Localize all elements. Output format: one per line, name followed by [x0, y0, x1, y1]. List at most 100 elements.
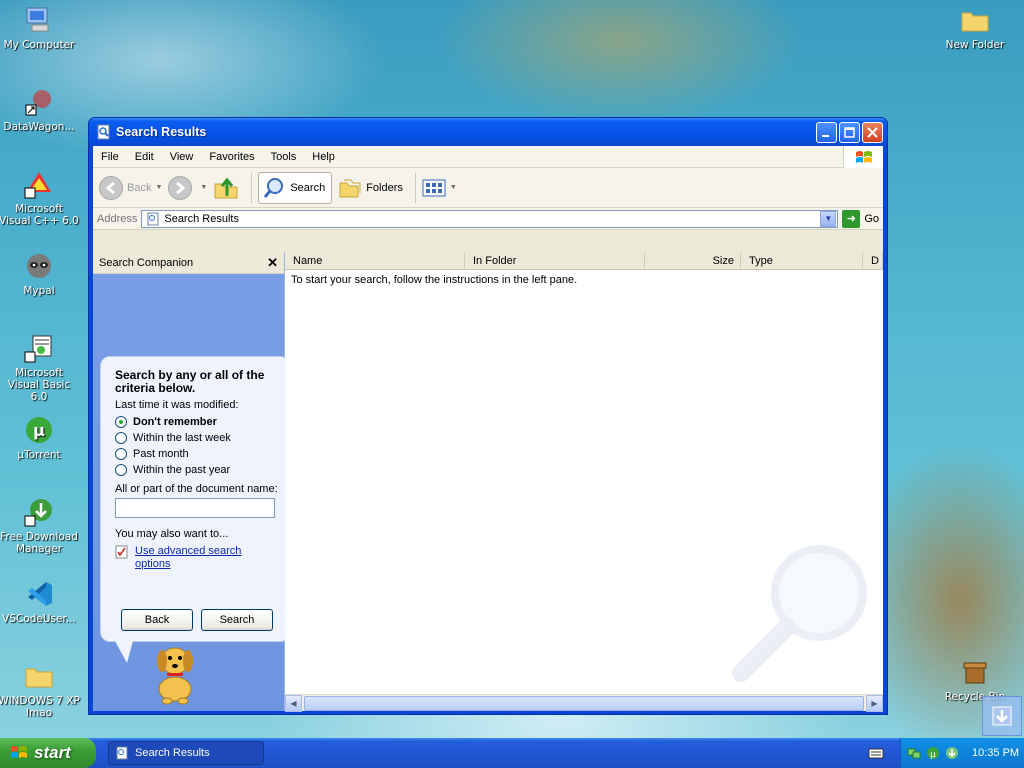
- svg-text:µ: µ: [930, 750, 936, 760]
- checklist-icon: [115, 545, 128, 559]
- radio-last-week[interactable]: Within the last week: [115, 430, 279, 446]
- menu-bar: File Edit View Favorites Tools Help: [93, 146, 883, 168]
- menu-file[interactable]: File: [93, 151, 127, 163]
- shortcut-icon: [23, 86, 55, 118]
- views-icon: [422, 179, 446, 196]
- maximize-button[interactable]: [839, 121, 860, 143]
- taskbar-item-search-results[interactable]: Search Results: [108, 741, 264, 765]
- desktop-icon-utorrent[interactable]: µ µTorrent: [0, 414, 80, 461]
- companion-button-row: Back Search: [121, 609, 281, 631]
- address-dropdown-button[interactable]: ▼: [820, 210, 837, 227]
- desktop-icon-new-folder[interactable]: New Folder: [934, 4, 1016, 51]
- toolbar-separator: [414, 172, 416, 203]
- column-name[interactable]: Name: [285, 252, 465, 269]
- desktop-icon-mypal[interactable]: Mypal: [0, 250, 80, 297]
- address-input[interactable]: Search Results ▼: [141, 209, 839, 228]
- radio-icon: [115, 432, 127, 444]
- scroll-thumb[interactable]: [304, 695, 864, 711]
- radio-icon: [115, 464, 127, 476]
- taskbar: start Search Results µ 10:35 PM: [0, 738, 1024, 768]
- results-message: To start your search, follow the instruc…: [291, 274, 578, 286]
- scroll-left-icon[interactable]: ◀: [285, 694, 302, 712]
- utorrent-icon: µ: [23, 414, 55, 446]
- desktop-icon-fdm[interactable]: Free Download Manager: [0, 496, 80, 555]
- vscode-icon: [23, 578, 55, 610]
- windows-flag-icon: [11, 746, 27, 758]
- menu-tools[interactable]: Tools: [263, 151, 305, 163]
- keyboard-icon[interactable]: [868, 746, 884, 760]
- magnifier-watermark-icon: [732, 545, 867, 682]
- document-name-input[interactable]: [115, 498, 275, 518]
- minimize-button[interactable]: [816, 121, 837, 143]
- radio-icon: [115, 448, 127, 460]
- menu-view[interactable]: View: [162, 151, 202, 163]
- radio-past-year[interactable]: Within the past year: [115, 462, 279, 478]
- search-dog-icon[interactable]: [145, 633, 205, 705]
- search-toolbar-button[interactable]: Search: [258, 171, 333, 204]
- column-headers: Name In Folder Size Type D: [285, 252, 883, 270]
- visual-basic-icon: [23, 332, 55, 364]
- forward-arrow-icon: [168, 175, 193, 200]
- desktop-icon-my-computer[interactable]: My Computer: [0, 4, 80, 51]
- back-button[interactable]: Back: [121, 609, 193, 631]
- desktop-icon-visual-cpp[interactable]: Microsoft Visual C++ 6.0: [0, 168, 80, 227]
- go-button[interactable]: ➜ Go: [842, 209, 879, 228]
- computer-icon: [23, 4, 55, 36]
- window-client: File Edit View Favorites Tools Help Back…: [93, 146, 883, 712]
- svg-text:µ: µ: [33, 421, 45, 440]
- column-in-folder[interactable]: In Folder: [465, 252, 645, 269]
- content-area: Search Companion ✕ Search by any or all …: [93, 252, 883, 712]
- desktop-icon-vscode[interactable]: VSCodeUser...: [0, 578, 80, 625]
- also-want-label: You may also want to...: [115, 528, 229, 540]
- views-toolbar-button[interactable]: ▼: [422, 178, 457, 198]
- scroll-right-icon[interactable]: ▶: [866, 694, 883, 712]
- desktop-icon-windows7-folder[interactable]: WINDOWS 7 XP Imao: [0, 660, 80, 719]
- search-button[interactable]: Search: [201, 609, 273, 631]
- address-value: Search Results: [164, 212, 239, 225]
- search-companion-header: Search Companion ✕: [93, 252, 284, 274]
- address-bar: Address Search Results ▼ ➜ Go: [93, 208, 883, 230]
- recycle-bin-icon: [959, 656, 991, 688]
- desktop-icon-visual-basic[interactable]: Microsoft Visual Basic 6.0: [0, 332, 80, 403]
- column-size[interactable]: Size: [645, 252, 741, 269]
- up-folder-button[interactable]: [213, 176, 239, 200]
- start-button[interactable]: start: [0, 738, 96, 768]
- close-button[interactable]: [862, 121, 883, 143]
- menu-help[interactable]: Help: [304, 151, 343, 163]
- download-tray-icon[interactable]: [945, 746, 959, 760]
- folder-icon: [23, 660, 55, 692]
- clock[interactable]: 10:35 PM: [972, 747, 1019, 759]
- search-companion-title: Search Companion: [99, 256, 194, 269]
- search-results-icon: [147, 212, 159, 225]
- horizontal-scrollbar[interactable]: ◀ ▶: [285, 694, 883, 712]
- criteria-heading: Search by any or all of the criteria bel…: [115, 368, 265, 395]
- go-arrow-icon: ➜: [842, 209, 861, 228]
- desktop-icon-datawagon[interactable]: DataWagon...: [0, 86, 80, 133]
- search-results-window[interactable]: Search Results File Edit View Favorites …: [88, 117, 888, 715]
- show-desktop-button[interactable]: [982, 696, 1022, 736]
- visual-cpp-icon: [23, 168, 55, 200]
- chevron-down-icon: ▼: [449, 184, 457, 191]
- minimize-icon: [822, 134, 829, 137]
- column-type[interactable]: Type: [741, 252, 863, 269]
- search-results-icon: [116, 746, 128, 760]
- up-folder-icon: [214, 177, 238, 198]
- radio-dont-remember[interactable]: Don't remember: [115, 414, 279, 430]
- radio-selected-icon: [115, 416, 127, 428]
- radio-past-month[interactable]: Past month: [115, 446, 279, 462]
- windows-logo-icon: [843, 146, 883, 168]
- advanced-search-link[interactable]: Use advanced search options: [115, 545, 279, 571]
- window-titlebar[interactable]: Search Results: [89, 118, 887, 146]
- column-date[interactable]: D: [863, 252, 883, 269]
- close-pane-button[interactable]: ✕: [267, 255, 278, 271]
- back-toolbar-button[interactable]: Back ▼: [99, 175, 162, 200]
- utorrent-tray-icon[interactable]: µ: [926, 746, 940, 760]
- menu-edit[interactable]: Edit: [127, 151, 162, 163]
- network-icon[interactable]: [907, 746, 921, 760]
- folders-toolbar-button[interactable]: Folders: [338, 177, 403, 199]
- forward-toolbar-button[interactable]: ▼: [168, 175, 207, 200]
- search-results-icon: [97, 124, 110, 140]
- results-pane: Name In Folder Size Type D To start your…: [285, 252, 883, 712]
- bubble-tail: [115, 641, 133, 663]
- menu-favorites[interactable]: Favorites: [201, 151, 262, 163]
